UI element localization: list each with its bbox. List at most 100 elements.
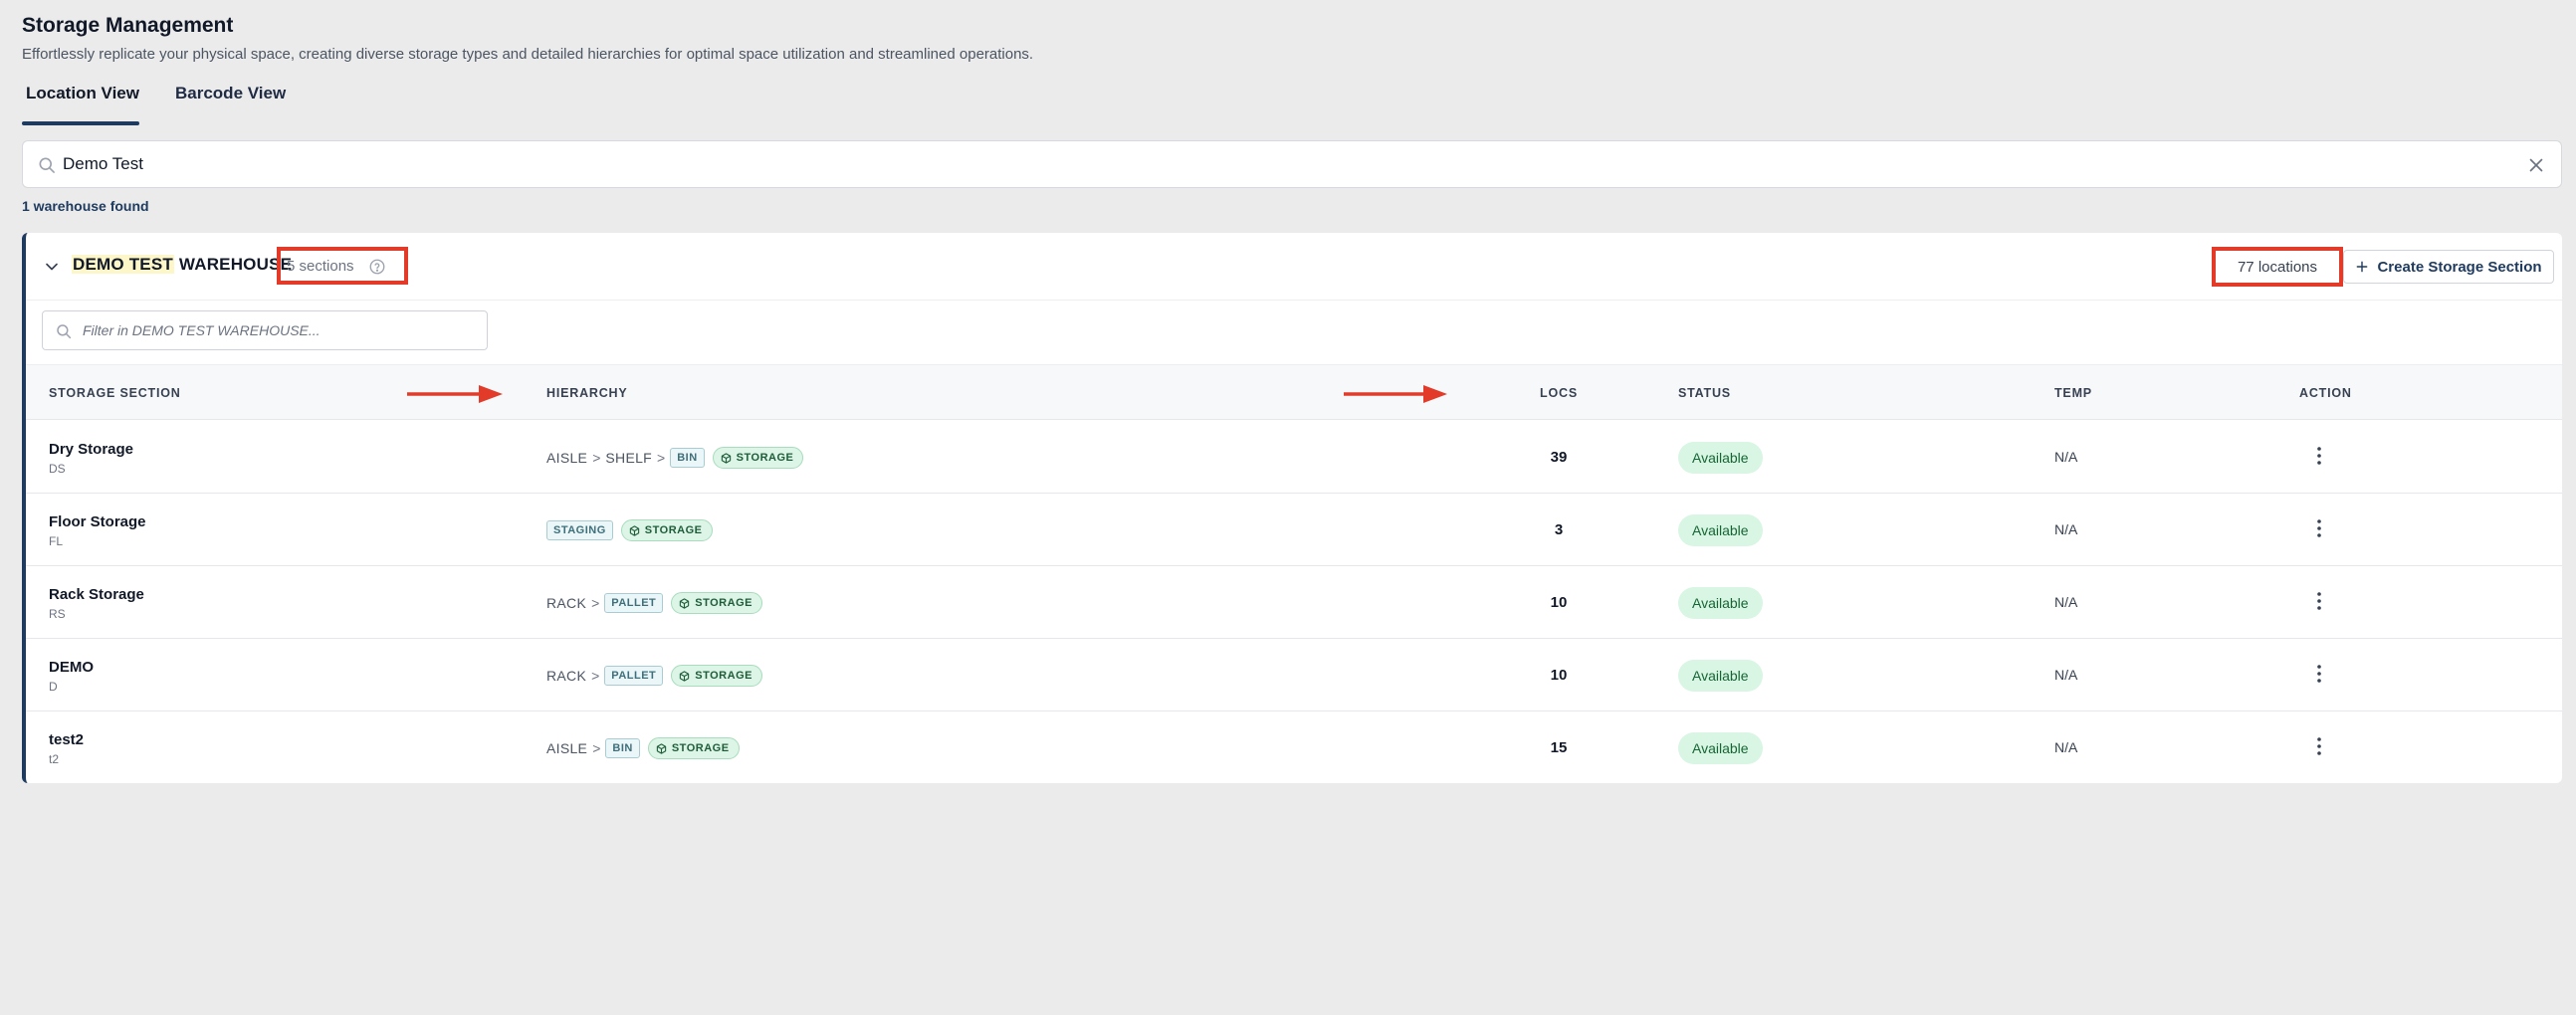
box-icon [656, 742, 667, 754]
hierarchy-level: SHELF [605, 450, 653, 466]
sections-count-annotation: 5 sections [277, 247, 408, 285]
status-badge: Available [1678, 514, 1763, 546]
locations-count-cell: 10 [1550, 594, 1568, 611]
hierarchy-separator: > [592, 450, 601, 466]
table-row[interactable]: Dry Storage DS AISLE > SHELF > BIN STORA… [26, 421, 2562, 494]
column-header-temp[interactable]: TEMP [2054, 386, 2092, 400]
locations-count-cell: 39 [1550, 449, 1568, 466]
section-name[interactable]: Dry Storage [49, 441, 133, 458]
tab-barcode-view[interactable]: Barcode View [171, 78, 290, 125]
storage-type-badge: STORAGE [671, 665, 762, 687]
hierarchy-path: RACK > PALLET STORAGE [546, 590, 762, 616]
close-icon[interactable] [2525, 154, 2547, 176]
sections-count: 5 sections [287, 257, 354, 275]
hierarchy-tag: BIN [670, 448, 705, 468]
status-badge: Available [1678, 587, 1763, 619]
section-filter-field [42, 310, 488, 350]
locations-count-cell: 10 [1550, 667, 1568, 684]
hierarchy-path: AISLE > BIN STORAGE [546, 735, 740, 761]
hierarchy-level: RACK [546, 668, 587, 684]
search-icon [57, 324, 72, 339]
temperature-cell: N/A [2054, 667, 2078, 683]
box-icon [721, 452, 731, 464]
table-row[interactable]: test2 t2 AISLE > BIN STORAGE 15 Availabl… [26, 711, 2562, 783]
page-description: Effortlessly replicate your physical spa… [22, 46, 1034, 63]
more-vertical-icon[interactable] [2309, 661, 2329, 687]
locations-count-annotation: 77 locations [2212, 247, 2343, 287]
storage-type-badge: STORAGE [647, 737, 740, 759]
status-badge: Available [1678, 442, 1763, 474]
temperature-cell: N/A [2054, 521, 2078, 537]
box-icon [680, 597, 690, 609]
box-icon [629, 524, 639, 536]
more-vertical-icon[interactable] [2309, 443, 2329, 469]
section-name[interactable]: test2 [49, 731, 84, 748]
create-storage-section-button[interactable]: Create Storage Section [2343, 250, 2554, 284]
help-circle-icon[interactable] [368, 258, 386, 276]
section-code: RS [49, 607, 66, 621]
section-code: DS [49, 462, 66, 476]
locations-count: 77 locations [2237, 258, 2318, 276]
temperature-cell: N/A [2054, 449, 2078, 465]
more-vertical-icon[interactable] [2309, 733, 2329, 759]
table-header: STORAGE SECTION HIERARCHY LOCS STATUS TE… [26, 364, 2562, 420]
column-header-status[interactable]: STATUS [1678, 386, 1731, 400]
table-row[interactable]: Floor Storage FL STAGING STORAGE 3 Avail… [26, 494, 2562, 566]
storage-type-label: STORAGE [671, 742, 730, 754]
column-header-locs[interactable]: LOCS [1516, 386, 1602, 400]
warehouse-search-bar [22, 140, 2562, 188]
table-row[interactable]: DEMO D RACK > PALLET STORAGE 10 Availabl… [26, 639, 2562, 711]
hierarchy-tag: STAGING [546, 520, 613, 540]
storage-type-badge: STORAGE [712, 447, 804, 469]
box-icon [680, 670, 690, 682]
page-title: Storage Management [22, 14, 234, 37]
column-header-storage-section[interactable]: STORAGE SECTION [49, 386, 181, 400]
warehouse-header: DEMO TEST WAREHOUSE 5 sections 77 locati… [26, 233, 2562, 301]
hierarchy-tag: BIN [605, 738, 640, 758]
section-name[interactable]: Floor Storage [49, 513, 146, 530]
section-code: FL [49, 534, 64, 548]
temperature-cell: N/A [2054, 739, 2078, 755]
storage-type-badge: STORAGE [620, 519, 713, 541]
plus-icon [2357, 261, 2368, 273]
storage-type-label: STORAGE [695, 597, 752, 609]
hierarchy-path: AISLE > SHELF > BIN STORAGE [546, 445, 804, 471]
column-header-action: ACTION [2299, 386, 2352, 400]
section-filter-input[interactable] [83, 311, 481, 349]
warehouse-name-highlight: DEMO TEST [72, 255, 174, 274]
hierarchy-separator: > [591, 668, 600, 684]
section-code: t2 [49, 752, 60, 766]
hierarchy-level: AISLE [546, 450, 588, 466]
storage-type-label: STORAGE [695, 670, 752, 682]
hierarchy-separator: > [591, 595, 600, 611]
warehouse-name-rest: WAREHOUSE [173, 255, 293, 274]
create-storage-section-label: Create Storage Section [2377, 258, 2542, 276]
hierarchy-path: RACK > PALLET STORAGE [546, 663, 762, 689]
search-result-count: 1 warehouse found [22, 198, 149, 214]
more-vertical-icon[interactable] [2309, 515, 2329, 541]
hierarchy-separator: > [592, 740, 601, 756]
more-vertical-icon[interactable] [2309, 588, 2329, 614]
column-header-hierarchy[interactable]: HIERARCHY [546, 386, 628, 400]
hierarchy-level: RACK [546, 595, 587, 611]
section-code: D [49, 680, 58, 694]
storage-type-badge: STORAGE [671, 592, 762, 614]
tab-location-view[interactable]: Location View [22, 78, 139, 125]
search-input[interactable] [63, 141, 2501, 187]
status-badge: Available [1678, 660, 1763, 692]
warehouse-card: DEMO TEST WAREHOUSE 5 sections 77 locati… [22, 233, 2562, 783]
warehouse-name[interactable]: DEMO TEST WAREHOUSE [72, 255, 292, 275]
storage-type-label: STORAGE [736, 452, 794, 464]
hierarchy-path: STAGING STORAGE [546, 517, 713, 543]
annotation-arrow [1344, 385, 1447, 403]
table-row[interactable]: Rack Storage RS RACK > PALLET STORAGE 10… [26, 566, 2562, 639]
section-name[interactable]: DEMO [49, 659, 94, 676]
locations-count-cell: 15 [1550, 739, 1568, 756]
section-name[interactable]: Rack Storage [49, 586, 144, 603]
locations-count-cell: 3 [1554, 521, 1564, 538]
hierarchy-level: AISLE [546, 740, 588, 756]
storage-type-label: STORAGE [644, 524, 703, 536]
hierarchy-tag: PALLET [604, 666, 664, 686]
search-icon [39, 157, 55, 173]
chevron-down-icon[interactable] [42, 257, 62, 277]
